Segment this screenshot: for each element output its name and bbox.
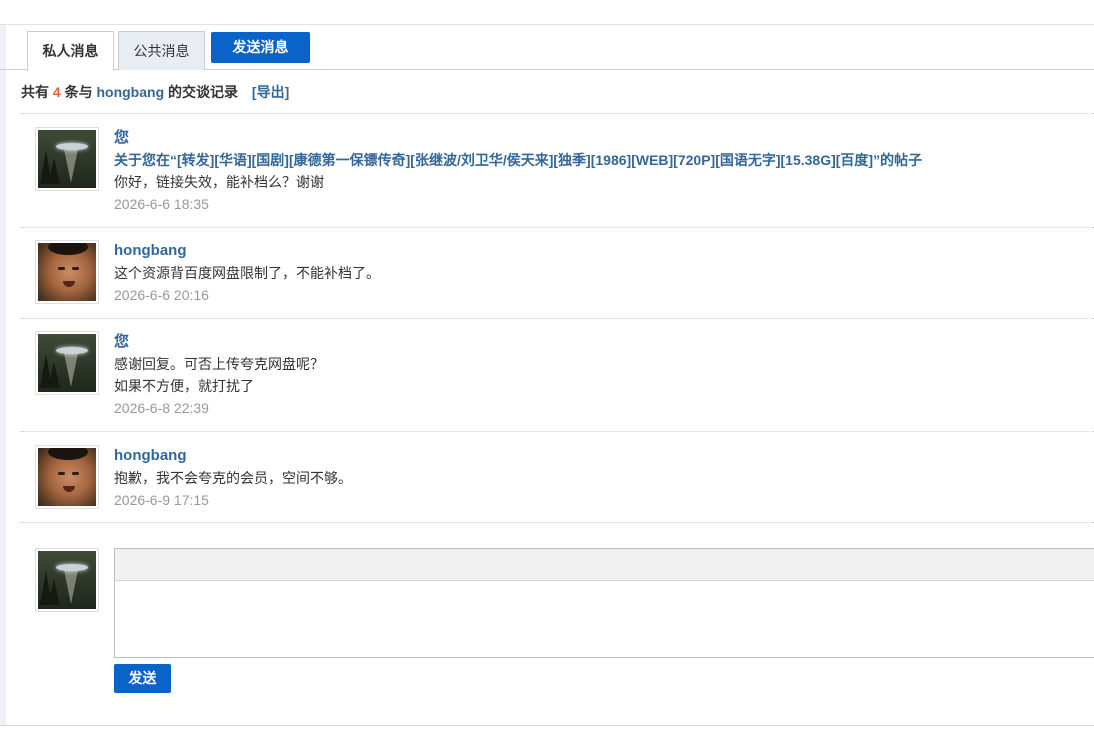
divider	[20, 431, 1094, 432]
tab-bar: 私人消息 公共消息 发送消息	[20, 31, 1094, 71]
export-link[interactable]: [导出]	[252, 84, 289, 100]
message-page: 私人消息 公共消息 发送消息 共有 4 条与 hongbang 的交谈记录 [导…	[0, 0, 1094, 731]
message-time: 2026-6-6 20:16	[114, 287, 209, 303]
message-sender[interactable]: hongbang	[114, 240, 1089, 262]
message-sender[interactable]: 您	[114, 127, 1089, 149]
face-avatar-icon	[38, 243, 96, 301]
summary-suffix: 的交谈记录	[168, 84, 239, 100]
message-time: 2026-6-9 17:15	[114, 492, 209, 508]
avatar[interactable]	[35, 127, 99, 191]
divider	[20, 318, 1094, 319]
tab-private-messages[interactable]: 私人消息	[27, 31, 114, 71]
summary-mid: 条与	[64, 84, 93, 100]
reply-textarea[interactable]	[115, 581, 1094, 657]
message-time: 2026-6-6 18:35	[114, 196, 209, 212]
divider	[20, 113, 1094, 114]
ufo-avatar-icon	[38, 130, 96, 188]
message-subject-link[interactable]: 关于您在“[转发][华语][国剧][康德第一保镖传奇][张继波/刘卫华/侯天来]…	[114, 149, 1089, 171]
tab-public-messages[interactable]: 公共消息	[118, 31, 205, 70]
divider	[20, 227, 1094, 228]
face-avatar-icon	[38, 448, 96, 506]
send-button[interactable]: 发送	[114, 664, 171, 693]
editor-toolbar[interactable]	[115, 549, 1094, 581]
reply-editor	[114, 548, 1094, 658]
message-text: 抱歉，我不会夸克的会员，空间不够。	[114, 470, 352, 486]
message-text: 如果不方便，就打扰了	[114, 378, 254, 394]
avatar[interactable]	[35, 240, 99, 304]
top-divider	[0, 24, 1094, 25]
message-text: 感谢回复。可否上传夸克网盘呢？	[114, 356, 324, 372]
send-message-button[interactable]: 发送消息	[211, 32, 310, 63]
avatar[interactable]	[35, 331, 99, 395]
left-gutter	[0, 25, 6, 725]
ufo-avatar-icon	[38, 551, 96, 609]
message-count: 4	[52, 84, 61, 100]
message-text: 你好，链接失效，能补档么？谢谢	[114, 174, 324, 190]
bottom-divider	[0, 725, 1094, 726]
message-text: 这个资源背百度网盘限制了，不能补档了。	[114, 265, 380, 281]
divider	[20, 522, 1094, 523]
message-sender[interactable]: hongbang	[114, 445, 1089, 467]
message-sender[interactable]: 您	[114, 331, 1089, 353]
message-time: 2026-6-8 22:39	[114, 400, 209, 416]
avatar[interactable]	[35, 445, 99, 509]
contact-name: hongbang	[96, 84, 165, 100]
avatar[interactable]	[35, 548, 99, 612]
ufo-avatar-icon	[38, 334, 96, 392]
conversation-summary: 共有 4 条与 hongbang 的交谈记录 [导出]	[21, 82, 289, 102]
summary-prefix: 共有	[21, 84, 49, 100]
